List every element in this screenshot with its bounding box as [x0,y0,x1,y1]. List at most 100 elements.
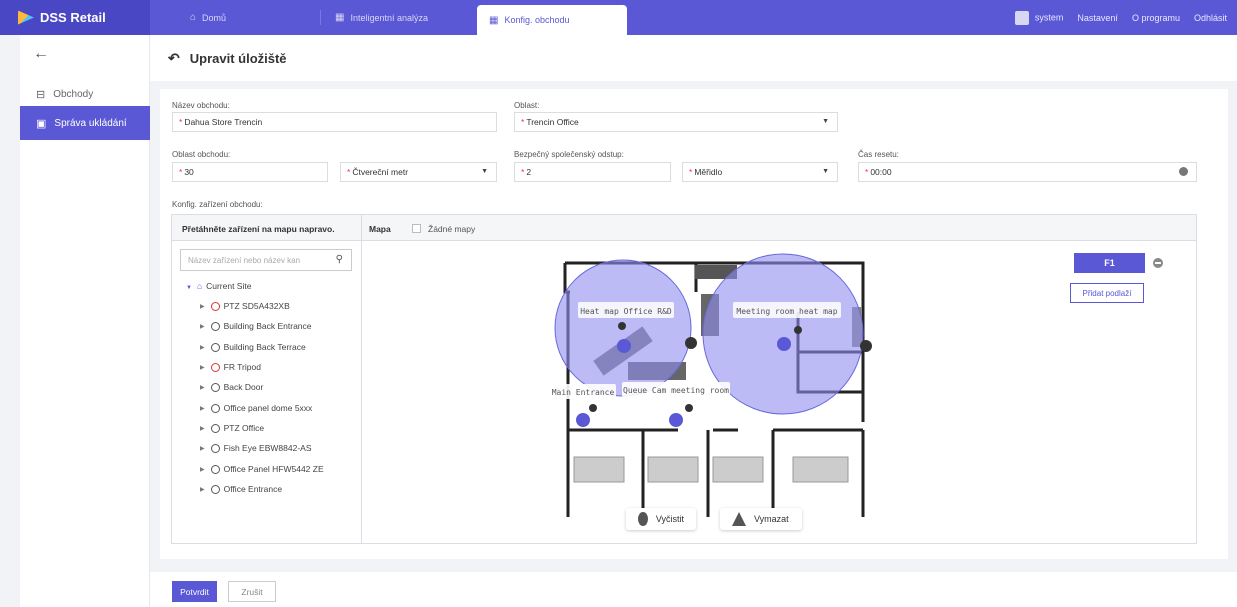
clear-button[interactable]: Vyčistit [626,508,696,530]
reset-time-label: Čas resetu: [858,150,899,159]
settings-link[interactable]: Nastavení [1077,13,1118,23]
caret-right-icon: ▶ [200,405,205,412]
clock-icon [1179,167,1188,176]
back-arrow-icon[interactable]: ← [33,45,49,63]
camera-icon [210,321,220,331]
tab-divider [320,10,321,25]
tab-home[interactable]: ⌂ Domů [178,0,318,35]
tab-store-config-label: Konfig. obchodu [504,15,570,25]
tree-device[interactable]: ▶ Building Back Entrance [200,321,312,331]
tree-device[interactable]: ▶ PTZ Office [200,423,264,433]
store-name-input[interactable]: * Dahua Store Trencin [172,112,497,132]
logout-link[interactable]: Odhlásit [1194,13,1227,23]
tree-device[interactable]: ▶ Building Back Terrace [200,342,306,352]
tab-store-config[interactable]: ▦ Konfig. obchodu [477,5,627,35]
device-label: Building Back Terrace [223,342,306,352]
remove-floor-icon[interactable] [1153,258,1163,268]
zone-label-rd: Heat map Office R&D [580,307,672,316]
monitor-icon: ▣ [36,117,47,130]
reset-time-input[interactable]: * 00:00 [858,162,1197,182]
caret-right-icon: ▶ [200,466,205,473]
cancel-button[interactable]: Zrušit [228,581,276,602]
add-floor-button[interactable]: Přidat podlaží [1070,283,1144,303]
return-icon[interactable]: ↶ [168,50,180,67]
tree-root-label: Current Site [206,281,252,291]
no-maps-checkbox[interactable] [412,224,421,233]
search-icon[interactable]: ⚲ [336,254,343,265]
tab-analysis-label: Inteligentní analýza [350,12,429,23]
confirm-button[interactable]: Potvrdit [172,581,217,602]
page-title: Upravit úložiště [189,50,287,66]
search-placeholder: Název zařízení nebo název kan [188,255,301,265]
camera-marker-icon[interactable] [669,413,683,427]
store-area-input[interactable]: * 30 [172,162,328,182]
camera-icon [210,301,220,311]
sidebar: ← ⊟ Obchody ▣ Správa ukládání [20,35,150,607]
tree-device[interactable]: ▶ Office Panel HFW5442 ZE [200,464,324,474]
reset-time-value: 00:00 [870,167,892,177]
device-search-input[interactable]: Název zařízení nebo název kan ⚲ [180,249,352,271]
clear-label: Vyčistit [655,514,684,524]
device-label: Office Panel HFW5442 ZE [223,464,324,474]
tree-device[interactable]: ▶ PTZ SD5A432XB [200,301,290,311]
user-name: system [1034,11,1064,22]
camera-marker-icon[interactable] [576,413,590,427]
distance-input[interactable]: * 2 [514,162,671,182]
camera-icon [210,382,220,392]
store-icon: ⊟ [36,88,46,101]
tree-device[interactable]: ▶ Office Entrance [200,484,282,494]
store-area-label: Oblast obchodu: [172,150,231,159]
zone-label-meeting: Meeting room heat map [736,307,837,316]
tree-root[interactable]: ▼ ⌂ Current Site [186,281,251,291]
unit-value: Čtvereční metr [352,167,409,177]
delete-label: Vymazat [754,514,789,524]
tree-device[interactable]: ▶ Fish Eye EBW8842-AS [200,443,312,453]
device-label: Building Back Entrance [223,321,312,331]
device-label: Office panel dome 5xxx [223,403,313,413]
tree-device[interactable]: ▶ Office panel dome 5xxx [200,403,312,413]
caret-right-icon: ▶ [200,384,205,391]
delete-button[interactable]: Vymazat [720,508,802,530]
tree-device[interactable]: ▶ FR Tripod [200,362,261,372]
drag-hint: Přetáhněte zařízení na mapu napravo. [182,224,335,234]
distance-unit-select[interactable]: * Měřidlo ▼ [682,162,838,182]
store-name-value: Dahua Store Trencin [184,117,263,127]
distance-unit-value: Měřidlo [694,167,723,177]
chevron-down-icon: ▼ [822,168,829,175]
camera-icon [210,443,220,453]
caret-right-icon: ▶ [200,445,205,452]
camera-icon [210,423,220,433]
distance-label: Bezpečný společenský odstup: [514,150,624,159]
brand-name: DSS Retail [40,10,106,25]
device-label: FR Tripod [223,362,261,372]
sidebar-item-label: Správa ukládání [54,117,127,129]
tab-intelligent-analysis[interactable]: ▦ Inteligentní analýza [323,0,473,35]
floor-plan-map[interactable]: Heat map Office R&D Meeting room heat ma… [378,252,898,517]
about-link[interactable]: O programu [1132,13,1180,23]
sidebar-item-storage-management[interactable]: ▣ Správa ukládání [20,106,150,140]
top-right-menu: system Nastavení O programu Odhlásit [1014,0,1227,35]
zone-label-queue: Queue Cam meeting room [623,386,729,395]
tree-device[interactable]: ▶ Back Door [200,382,263,392]
brand: DSS Retail [0,0,150,35]
floor-f1-button[interactable]: F1 [1074,253,1145,273]
user-menu[interactable]: system [1014,10,1064,25]
map-label: Mapa [369,224,391,234]
camera-icon [210,342,220,352]
area-select[interactable]: * Trencin Office ▼ [514,112,838,132]
person-icon [732,512,746,526]
home-icon: ⌂ [190,12,197,23]
device-label: Fish Eye EBW8842-AS [223,443,312,453]
distance-value: 2 [526,167,532,177]
unit-select[interactable]: * Čtvereční metr ▼ [340,162,497,182]
device-label: PTZ SD5A432XB [223,301,290,311]
device-label: Office Entrance [223,484,283,494]
camera-icon [210,362,220,372]
area-label: Oblast: [514,101,540,110]
site-icon: ⌂ [196,281,203,291]
chevron-down-icon: ▼ [822,118,829,125]
camera-marker-icon[interactable] [617,339,631,353]
eraser-icon [638,512,648,526]
camera-marker-icon[interactable] [777,337,791,351]
tab-home-label: Domů [202,12,227,23]
